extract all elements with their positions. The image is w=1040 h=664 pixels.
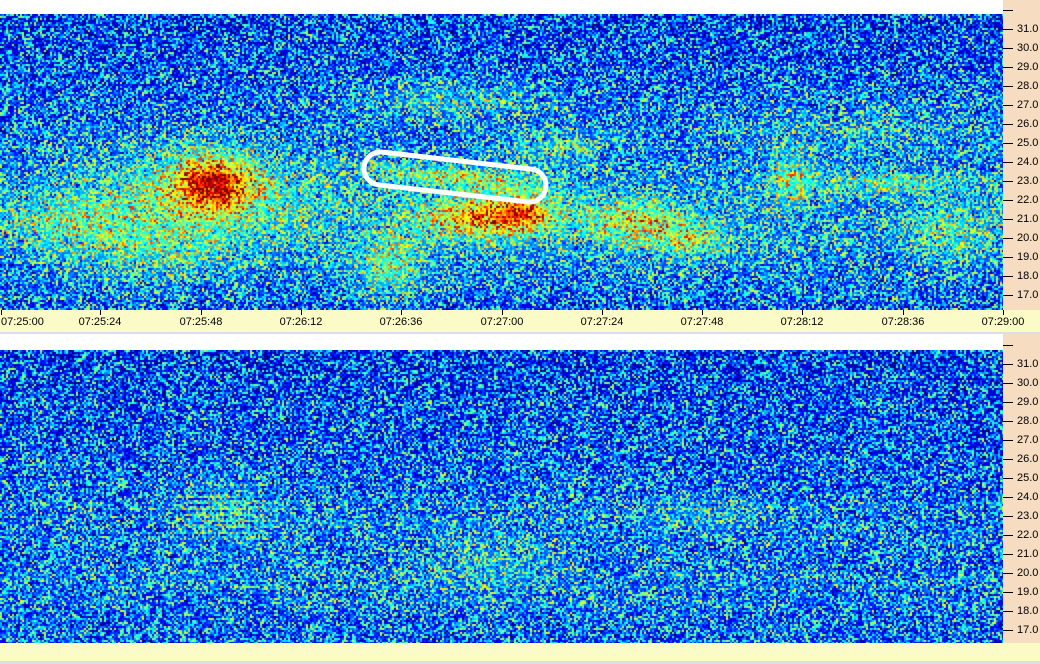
- freq-tick: [1003, 257, 1013, 258]
- time-tick-label: 07:27:48: [680, 316, 724, 328]
- freq-tick-label: 31.0: [1017, 358, 1039, 370]
- time-tick: [602, 310, 603, 315]
- freq-tick-label: 25.0: [1017, 472, 1039, 484]
- freq-tick-label: 31.0: [1017, 23, 1039, 35]
- time-tick: [1003, 310, 1004, 315]
- freq-tick: [1003, 592, 1013, 593]
- time-tick: [201, 310, 202, 315]
- spectrogram-lcp[interactable]: [0, 350, 1003, 643]
- time-axis-rcp: 07:25:00 07:25:24 07:25:48 07:26:12 07:26:36…: [0, 310, 1040, 332]
- freq-tick: [1003, 459, 1013, 460]
- freq-tick: [1003, 48, 1013, 49]
- freq-tick: [1003, 440, 1013, 441]
- time-tick: [401, 310, 402, 315]
- time-tick-label: 07:27:24: [580, 316, 624, 328]
- freq-tick-label: 26.0: [1017, 453, 1039, 465]
- freq-tick-label: 27.0: [1017, 99, 1039, 111]
- freq-tick-label: 28.0: [1017, 80, 1039, 92]
- freq-tick-label: 27.0: [1017, 434, 1039, 446]
- time-tick-label: 07:26:12: [279, 316, 323, 328]
- time-tick: [100, 310, 101, 315]
- freq-tick-label: 22.0: [1017, 529, 1039, 541]
- freq-tick: [1003, 345, 1013, 346]
- freq-tick: [1003, 630, 1013, 631]
- freq-tick: [1003, 383, 1013, 384]
- freq-tick: [1003, 105, 1013, 106]
- panel-lcp-titlebar: AJ4CO Observatory 20 Mar 2017 - DPS on T…: [0, 334, 1003, 350]
- freq-tick: [1003, 67, 1013, 68]
- time-tick: [903, 310, 904, 315]
- freq-tick: [1003, 219, 1013, 220]
- panel-rcp: AJ4CO Observatory 20 Mar 2017 - DPS on T…: [0, 0, 1040, 310]
- freq-tick: [1003, 181, 1013, 182]
- freq-tick-label: 24.0: [1017, 491, 1039, 503]
- freq-tick: [1003, 295, 1013, 296]
- freq-tick-label: 20.0: [1017, 232, 1039, 244]
- freq-tick-label: 20.0: [1017, 567, 1039, 579]
- time-tick: [1, 310, 2, 315]
- freq-tick: [1003, 86, 1013, 87]
- time-tick-label: 07:25:00: [1, 316, 44, 328]
- freq-tick-label: 18.0: [1017, 270, 1039, 282]
- freq-tick-label: 26.0: [1017, 118, 1039, 130]
- time-tick-label: 07:28:12: [780, 316, 824, 328]
- freq-tick-label: 21.0: [1017, 548, 1039, 560]
- freq-tick: [1003, 143, 1013, 144]
- spectrogram-rcp[interactable]: [0, 14, 1003, 310]
- freq-tick-label: 17.0: [1017, 624, 1039, 636]
- freq-tick-label: 19.0: [1017, 251, 1039, 263]
- time-tick: [802, 310, 803, 315]
- freq-tick: [1003, 276, 1013, 277]
- time-tick: [702, 310, 703, 315]
- freq-tick-label: 21.0: [1017, 213, 1039, 225]
- time-tick: [502, 310, 503, 315]
- time-tick-label: 07:26:36: [379, 316, 423, 328]
- freq-tick-label: 29.0: [1017, 396, 1039, 408]
- freq-tick-label: 17.0: [1017, 289, 1039, 301]
- time-tick-label: 07:25:24: [78, 316, 122, 328]
- freq-tick-label: 23.0: [1017, 175, 1039, 187]
- time-tick-label: 07:27:00: [480, 316, 524, 328]
- freq-scale-rcp: 31.0 30.0 29.0 28.0 27.0 26.0 25.0 24.0 23.0 22.0…: [1003, 0, 1040, 310]
- freq-tick-label: 18.0: [1017, 605, 1039, 617]
- freq-tick-label: 28.0: [1017, 415, 1039, 427]
- freq-tick-label: 24.0: [1017, 156, 1039, 168]
- panel-lcp: AJ4CO Observatory 20 Mar 2017 - DPS on T…: [0, 334, 1040, 643]
- freq-tick: [1003, 421, 1013, 422]
- freq-tick-label: 23.0: [1017, 510, 1039, 522]
- time-tick-label: 07:29:00: [981, 316, 1025, 328]
- freq-tick: [1003, 497, 1013, 498]
- freq-tick: [1003, 29, 1013, 30]
- freq-tick-label: 29.0: [1017, 61, 1039, 73]
- freq-tick: [1003, 535, 1013, 536]
- time-tick-label: 07:28:36: [881, 316, 925, 328]
- freq-tick: [1003, 200, 1013, 201]
- freq-tick: [1003, 402, 1013, 403]
- freq-tick: [1003, 10, 1013, 11]
- time-axis-lcp: [0, 643, 1040, 661]
- freq-tick-label: 19.0: [1017, 586, 1039, 598]
- freq-tick: [1003, 573, 1013, 574]
- freq-tick: [1003, 554, 1013, 555]
- freq-tick: [1003, 611, 1013, 612]
- freq-tick: [1003, 478, 1013, 479]
- time-tick: [301, 310, 302, 315]
- freq-tick: [1003, 162, 1013, 163]
- panel-rcp-titlebar: AJ4CO Observatory 20 Mar 2017 - DPS on T…: [0, 0, 1003, 14]
- freq-tick: [1003, 516, 1013, 517]
- spectrograph-window: AJ4CO Observatory 20 Mar 2017 - DPS on T…: [0, 0, 1040, 664]
- freq-tick: [1003, 364, 1013, 365]
- freq-tick-label: 22.0: [1017, 194, 1039, 206]
- freq-tick-label: 25.0: [1017, 137, 1039, 149]
- time-tick-label: 07:25:48: [179, 316, 223, 328]
- freq-tick-label: 30.0: [1017, 42, 1039, 54]
- freq-tick: [1003, 238, 1013, 239]
- freq-scale-lcp: 31.0 30.0 29.0 28.0 27.0 26.0 25.0 24.0 23.0 22.0…: [1003, 334, 1040, 643]
- freq-tick-label: 30.0: [1017, 377, 1039, 389]
- freq-tick: [1003, 124, 1013, 125]
